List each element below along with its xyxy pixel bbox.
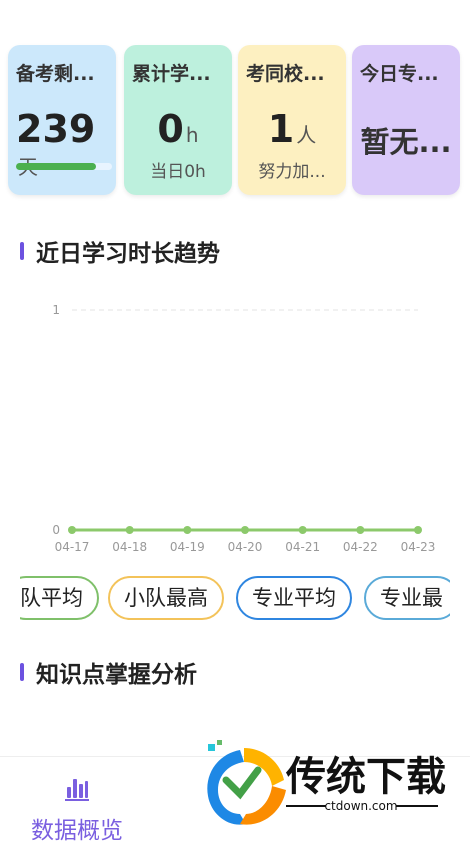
knowledge-section-header: 知识点掌握分析 (20, 655, 197, 689)
chart-y-tick-label: 0 (52, 523, 60, 537)
chart-y-tick-label: 1 (52, 303, 60, 317)
chart-x-tick-label: 04-22 (343, 540, 378, 554)
chart-x-tick-label: 04-21 (285, 540, 320, 554)
pill-team-average[interactable]: 队平均 (20, 576, 99, 620)
card-today-major[interactable]: 今日专... 暂无... (352, 45, 460, 195)
knowledge-section-title: 知识点掌握分析 (36, 662, 197, 688)
bar-chart-icon (65, 779, 89, 801)
card-sub: 当日0h (150, 162, 206, 182)
countdown-progress-track (16, 163, 112, 170)
card-title: 考同校... (246, 63, 325, 85)
card-value: 0 (157, 107, 184, 151)
card-value: 1 (267, 107, 295, 151)
card-exam-countdown[interactable]: 备考剩... 239天 (8, 45, 116, 195)
pill-label: 小队最高 (124, 586, 208, 610)
compare-filter-pills[interactable]: 队平均 小队最高 专业平均 专业最 (20, 576, 450, 622)
tab-label: 数据概览 (31, 818, 123, 844)
chart-x-tick-label: 04-23 (401, 540, 436, 554)
card-unit: h (185, 123, 199, 147)
card-sub: 努力加... (258, 162, 326, 182)
watermark-brand: 传统下载 (285, 754, 446, 800)
stat-cards: 备考剩... 239天 累计学... 0h 当日0h 考同校... 1人 努力加… (8, 45, 462, 195)
card-value-wrap: 1人 (238, 107, 346, 151)
chart-data-point (241, 526, 249, 534)
pill-label: 专业最 (380, 586, 443, 610)
card-same-school[interactable]: 考同校... 1人 努力加... (238, 45, 346, 195)
watermark-logo: 传统下载 ctdown.com (207, 740, 446, 825)
chart-data-point (68, 526, 76, 534)
pill-major-highest[interactable]: 专业最 (364, 576, 450, 620)
card-unit: 人 (296, 123, 317, 147)
trend-section-title: 近日学习时长趋势 (36, 241, 220, 267)
chart-x-tick-label: 04-19 (170, 540, 205, 554)
chart-data-point (414, 526, 422, 534)
tab-data-overview[interactable]: 数据概览 (22, 773, 132, 845)
chart-data-point (183, 526, 192, 534)
pill-label: 队平均 (20, 586, 83, 610)
card-value: 239 (16, 107, 96, 151)
card-title: 备考剩... (16, 63, 95, 85)
chart-data-point (298, 526, 307, 534)
chart-x-tick-label: 04-18 (112, 540, 147, 554)
chart-data-point (125, 526, 134, 534)
section-marker (20, 663, 24, 681)
chart-data-point (356, 526, 365, 534)
card-value-wrap: 0h (124, 107, 232, 151)
card-title: 今日专... (360, 63, 439, 85)
pill-label: 专业平均 (252, 586, 336, 610)
card-total-study[interactable]: 累计学... 0h 当日0h (124, 45, 232, 195)
card-title: 累计学... (132, 63, 211, 85)
countdown-progress-fill (16, 163, 96, 170)
study-trend-chart: 0 1 04-17 04-18 04-19 04-20 04-21 04-22 04-23 (52, 303, 436, 554)
trend-section-header: 近日学习时长趋势 (20, 234, 220, 268)
card-value: 暂无... (360, 125, 452, 159)
chart-x-tick-label: 04-20 (228, 540, 263, 554)
watermark-domain: ctdown.com (324, 799, 397, 813)
pill-team-highest[interactable]: 小队最高 (108, 576, 224, 620)
chart-x-tick-label: 04-17 (55, 540, 90, 554)
watermark-emblem (207, 740, 286, 825)
section-marker (20, 242, 24, 260)
pill-major-average[interactable]: 专业平均 (236, 576, 352, 620)
